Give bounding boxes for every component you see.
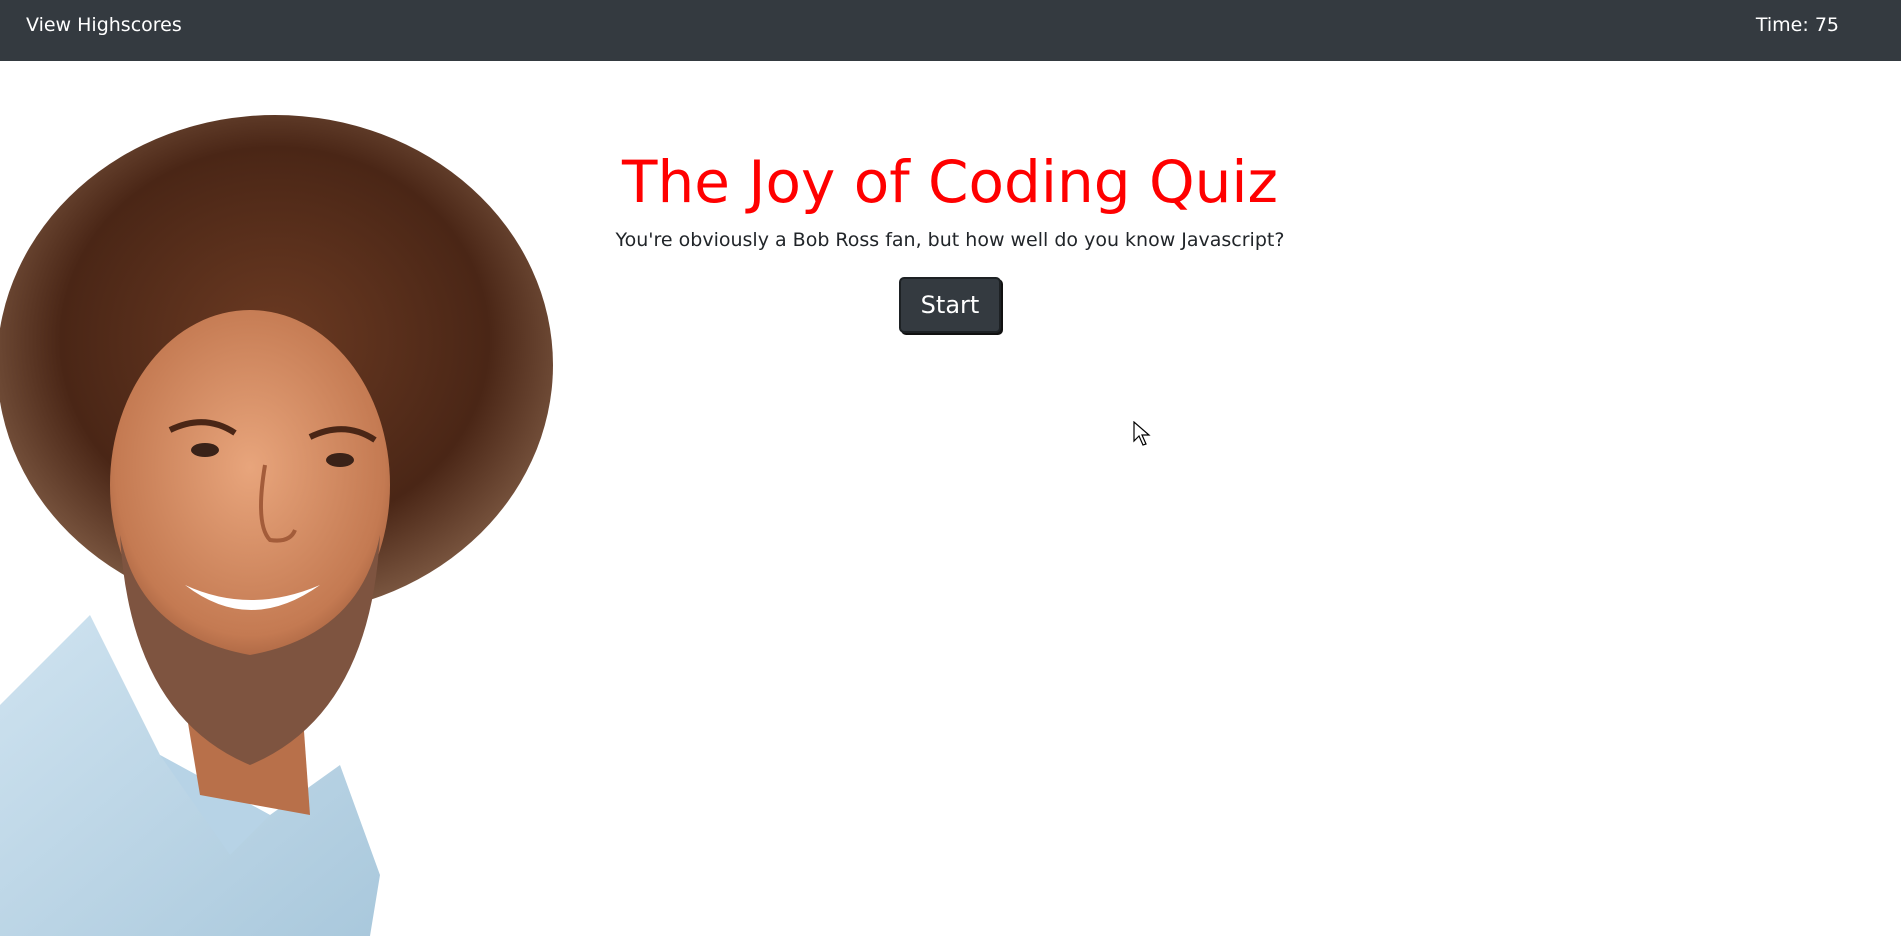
page-subtitle: You're obviously a Bob Ross fan, but how… bbox=[615, 228, 1285, 251]
view-highscores-link[interactable]: View Highscores bbox=[26, 14, 182, 36]
page-title: The Joy of Coding Quiz bbox=[622, 148, 1278, 216]
top-navbar: View Highscores Time: 75 bbox=[0, 0, 1901, 61]
start-button[interactable]: Start bbox=[898, 276, 1002, 333]
timer-display: Time: 75 bbox=[1755, 14, 1839, 36]
quiz-intro: The Joy of Coding Quiz You're obviously … bbox=[560, 61, 1340, 333]
bob-ross-portrait-image bbox=[0, 115, 553, 936]
mouse-cursor-icon bbox=[1133, 421, 1151, 446]
